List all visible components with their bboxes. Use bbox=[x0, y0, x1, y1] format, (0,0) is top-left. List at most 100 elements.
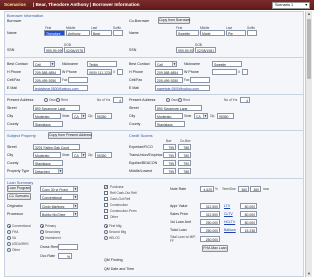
coborrower-first-field[interactable]: Sweetie bbox=[176, 30, 199, 36]
hcltv-field[interactable]: 80.000 bbox=[240, 219, 257, 225]
ltv-link[interactable]: LTV bbox=[224, 204, 230, 208]
borrower-credit-score-field[interactable]: 790 bbox=[163, 152, 176, 158]
borrower-suffix-field[interactable] bbox=[113, 30, 123, 36]
coborrower-city-field[interactable]: Moderato bbox=[155, 113, 183, 119]
cltv-field[interactable]: 80.000 bbox=[240, 211, 257, 217]
subject-street-field[interactable]: 3201 Fallen Oak Court bbox=[33, 144, 80, 150]
coborrower-years-field[interactable]: 4 bbox=[240, 97, 250, 103]
borrower-rent-radio[interactable] bbox=[56, 98, 60, 102]
occupancy-radio[interactable] bbox=[40, 230, 44, 234]
borrower-email-field[interactable]: teddybear.0500@yahoo.com bbox=[33, 85, 88, 91]
cc-scenario-select[interactable]: Conventional ▼ bbox=[40, 194, 78, 200]
coborrower-county-field[interactable]: Stanislaus bbox=[155, 121, 185, 127]
loan-type-radio[interactable] bbox=[7, 236, 11, 240]
fha-max-loan-button[interactable]: FHA Max Loan bbox=[202, 245, 228, 252]
subject-zip-field[interactable]: 95350 bbox=[95, 152, 112, 158]
originator-select[interactable]: Cindy Martinez ▼ bbox=[40, 203, 78, 209]
coborrower-best-contact-select[interactable]: Cell ▼ bbox=[155, 61, 177, 67]
borrower-h-phone-field[interactable]: 209-588-6854 bbox=[33, 69, 61, 75]
purpose-checkbox[interactable] bbox=[104, 197, 108, 201]
coborrower-credit-score-field[interactable]: 780 bbox=[178, 152, 191, 158]
lien-type-radio[interactable] bbox=[104, 236, 108, 240]
coborrower-middle-field[interactable]: Marie bbox=[200, 30, 225, 36]
borrower-dob-field[interactable]: 02/06/1978 bbox=[64, 47, 85, 53]
loan-type-radio[interactable] bbox=[7, 242, 11, 246]
purpose-checkbox[interactable] bbox=[104, 203, 108, 207]
loan-type-radio[interactable] bbox=[7, 248, 11, 252]
loan-type-radio[interactable] bbox=[7, 230, 11, 234]
borrower-street-field[interactable]: 890 Sycamore Lane bbox=[33, 105, 80, 111]
borrower-city-field[interactable]: Moderato bbox=[33, 113, 61, 119]
borrower-ssn-field[interactable]: 999-99-9990 bbox=[44, 47, 63, 53]
property-type-select[interactable]: Detached ▼ bbox=[33, 168, 63, 174]
scroll-down-icon[interactable]: ▼ bbox=[306, 271, 312, 277]
purpose-checkbox[interactable] bbox=[104, 209, 108, 213]
loan-program-button[interactable]: Loan Program bbox=[7, 185, 31, 192]
subject-city-field[interactable]: Moderato bbox=[33, 152, 61, 158]
ltv-field[interactable]: 80.000 bbox=[240, 203, 257, 209]
borrower-credit-score-field[interactable]: 795 bbox=[163, 168, 176, 174]
coborrower-credit-score-field[interactable]: 790 bbox=[178, 160, 191, 166]
coborrower-zip-field[interactable]: 95350 bbox=[217, 113, 234, 119]
subject-state-select[interactable]: CA ▼ bbox=[72, 152, 86, 158]
lien-type-radio[interactable] bbox=[104, 224, 108, 228]
purpose-checkbox[interactable] bbox=[104, 215, 108, 219]
scroll-thumb[interactable] bbox=[307, 19, 311, 79]
coborrower-h-phone-field[interactable]: 209-588-6854 bbox=[155, 69, 183, 75]
coborrower-rent-radio[interactable] bbox=[178, 98, 182, 102]
borrower-w-ext-field[interactable] bbox=[117, 69, 123, 75]
occupancy-radio[interactable] bbox=[40, 236, 44, 240]
balloon-field[interactable]: 15.238 bbox=[240, 227, 257, 233]
total-loan-field[interactable]: 250,000 bbox=[200, 227, 220, 233]
coborrower-dob-field[interactable]: 02/08/1981 bbox=[195, 47, 216, 53]
processor-select[interactable]: Bobby McGhee ▼ bbox=[40, 211, 78, 217]
due-field[interactable]: 360 bbox=[250, 186, 261, 192]
occ-rate-field[interactable]: % bbox=[58, 253, 72, 259]
borrower-fax-field[interactable] bbox=[68, 77, 88, 83]
vertical-scrollbar[interactable]: ▲ ▼ bbox=[305, 11, 312, 277]
sales-price-field[interactable]: 312,500 bbox=[200, 211, 220, 217]
borrower-county-field[interactable]: Stanislaus bbox=[33, 121, 63, 127]
term-field[interactable]: 360 bbox=[238, 186, 249, 192]
borrower-own-radio[interactable] bbox=[44, 98, 48, 102]
copy-from-borrower-button[interactable]: Copy from Borrower bbox=[158, 17, 190, 24]
loan-amt-field[interactable]: 250,000 bbox=[200, 219, 220, 225]
coborrower-credit-score-field[interactable]: 788 bbox=[178, 168, 191, 174]
borrower-w-phone-field[interactable]: (900) 111-1234 bbox=[87, 69, 112, 75]
borrower-credit-score-field[interactable]: 795 bbox=[163, 144, 176, 150]
coborrower-state-select[interactable]: CA ▼ bbox=[194, 113, 208, 119]
coborrower-email-field[interactable]: sweetpie.0500@yahoo.com bbox=[155, 85, 210, 91]
coborrower-fax-field[interactable] bbox=[190, 77, 210, 83]
loan-program-select[interactable]: Conv 30 yr Fixed ▼ bbox=[40, 186, 78, 192]
subject-county-field[interactable]: Stanislaus bbox=[33, 160, 63, 166]
coborrower-suffix-field[interactable] bbox=[247, 30, 257, 36]
occupancy-radio[interactable] bbox=[40, 224, 44, 228]
gross-rent-field[interactable] bbox=[58, 244, 78, 250]
coborrower-w-phone-field[interactable] bbox=[212, 69, 237, 75]
borrower-best-contact-select[interactable]: Cell ▼ bbox=[33, 61, 55, 67]
appraised-value-field[interactable]: 312,500 bbox=[200, 203, 220, 209]
scenario-select[interactable]: Scenario 1 ▼ bbox=[272, 1, 310, 9]
borrower-years-field[interactable]: 4 bbox=[113, 97, 123, 103]
loan-type-radio[interactable] bbox=[7, 224, 11, 228]
cc-scenario-button[interactable]: CC Scenario bbox=[7, 193, 31, 200]
copy-from-present-address-button[interactable]: Copy from Present Address bbox=[48, 132, 92, 139]
note-rate-field[interactable]: 4.625 bbox=[200, 186, 214, 192]
lien-type-radio[interactable] bbox=[104, 230, 108, 234]
coborrower-w-ext-field[interactable] bbox=[242, 69, 248, 75]
coborrower-own-radio[interactable] bbox=[166, 98, 170, 102]
coborrower-credit-score-field[interactable]: 788 bbox=[178, 144, 191, 150]
borrower-state-select[interactable]: CA ▼ bbox=[72, 113, 86, 119]
borrower-zip-field[interactable]: 95350 bbox=[95, 113, 112, 119]
coborrower-cell-field[interactable]: 209-499-9250 bbox=[155, 77, 183, 83]
hcltv-link[interactable]: HCLTV bbox=[224, 220, 235, 224]
borrower-credit-score-field[interactable]: 795 bbox=[163, 160, 176, 166]
borrower-first-field[interactable]: Theodore bbox=[44, 30, 65, 36]
purpose-checkbox[interactable] bbox=[104, 191, 108, 195]
coborrower-street-field[interactable]: 890 Sycamore Lane bbox=[155, 105, 202, 111]
coborrower-last-field[interactable]: Pie bbox=[226, 30, 246, 36]
coborrower-ssn-field[interactable]: 999-99-9992 bbox=[176, 47, 194, 53]
purpose-checkbox[interactable]: ✓ bbox=[104, 185, 108, 189]
balloon-link[interactable]: Balloon bbox=[224, 228, 236, 232]
scroll-up-icon[interactable]: ▲ bbox=[306, 11, 312, 17]
